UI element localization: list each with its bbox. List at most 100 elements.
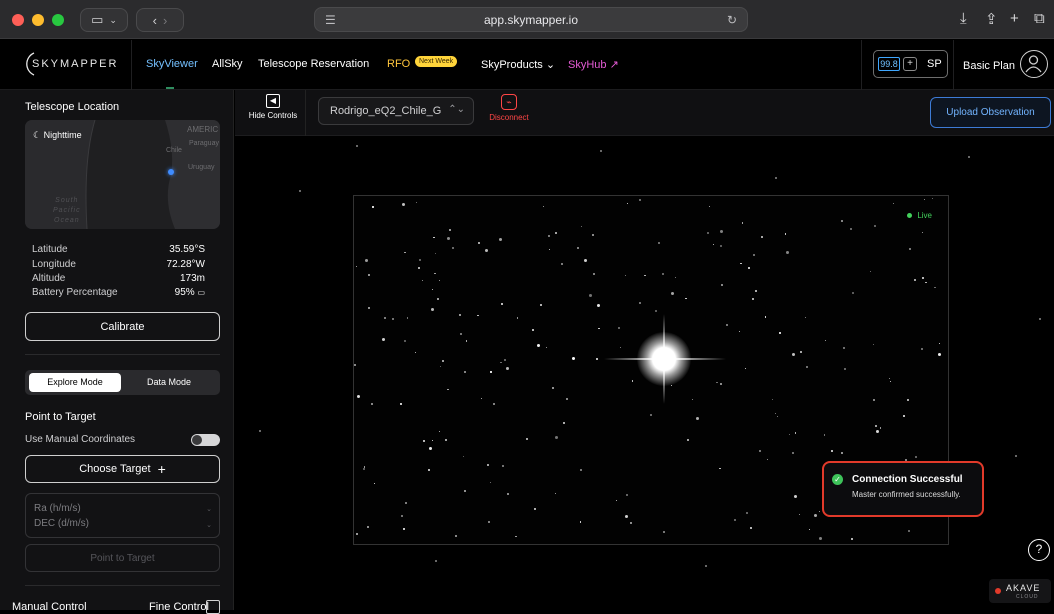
disconnect-icon: ⌁ — [501, 94, 517, 110]
location-map[interactable]: ☾ Nighttime AMERIC Paraguay Chile Urugua… — [25, 120, 220, 229]
altitude-label: Altitude — [32, 273, 66, 284]
star — [422, 279, 424, 282]
sp-value: 99.8 — [878, 57, 900, 71]
star — [463, 455, 465, 457]
star — [418, 266, 421, 269]
star — [792, 451, 795, 454]
star — [501, 303, 504, 306]
background-star — [968, 156, 970, 158]
nav-link-skyviewer[interactable]: SkyViewer — [146, 58, 198, 70]
manual-control-title: Manual Control — [12, 601, 87, 613]
star — [630, 522, 632, 524]
star — [516, 317, 519, 319]
star — [481, 397, 483, 400]
nav-link-skyproducts[interactable]: SkyProducts ⌄ — [481, 58, 555, 71]
nav-link-telescope-reservation[interactable]: Telescope Reservation — [258, 58, 369, 70]
longitude-value: 72.28°W — [166, 259, 205, 270]
zoom-window-button[interactable] — [52, 14, 64, 26]
background-star — [1039, 318, 1041, 320]
tab-overview-icon[interactable]: ⧉ — [1034, 10, 1045, 27]
telescope-select[interactable]: Rodrigo_eQ2_Chile_G ⌃⌄ — [318, 97, 474, 125]
nav-link-allsky[interactable]: AllSky — [212, 58, 243, 70]
star — [588, 293, 592, 297]
explore-mode-tab[interactable]: Explore Mode — [29, 373, 121, 392]
star — [661, 272, 664, 275]
star — [364, 258, 368, 262]
manual-coordinates-toggle[interactable] — [191, 434, 220, 446]
help-button[interactable]: ? — [1028, 539, 1050, 561]
live-dot-icon — [907, 213, 913, 218]
nav-link-rfo[interactable]: RFO — [387, 58, 410, 70]
address-bar[interactable]: ☰ app.skymapper.io ↻ — [314, 7, 748, 32]
star — [498, 238, 502, 241]
collapse-panel-icon: ◀ — [266, 94, 280, 108]
star — [843, 368, 846, 371]
star — [540, 304, 543, 307]
star — [452, 247, 455, 250]
chevron-updown-icon: ⌃⌄ — [448, 104, 465, 115]
star — [893, 202, 895, 204]
download-icon[interactable]: ⤓ — [960, 10, 967, 27]
add-sp-button[interactable]: + — [903, 57, 917, 71]
battery-label: Battery Percentage — [32, 287, 118, 298]
dec-input[interactable]: DEC (d/m/s) — [34, 518, 89, 529]
star — [404, 501, 407, 504]
star — [726, 323, 728, 326]
reload-icon[interactable]: ↻ — [727, 13, 737, 27]
star — [804, 316, 806, 319]
hide-controls-button[interactable]: ◀ Hide Controls — [245, 94, 301, 120]
app-nav: SKYMAPPER SkyViewer AllSky Telescope Res… — [0, 40, 1054, 90]
star — [685, 297, 687, 299]
star — [403, 528, 405, 530]
close-window-button[interactable] — [12, 14, 24, 26]
sidebar-toggle-button[interactable]: ▭ ⌄ — [80, 8, 128, 32]
rfo-next-week-badge: Next Week — [415, 56, 458, 67]
chevron-down-icon: ⌄ — [109, 14, 117, 25]
background-star — [356, 145, 358, 147]
live-indicator: Live — [907, 211, 932, 220]
star — [454, 535, 457, 538]
star — [939, 342, 941, 345]
star — [438, 279, 440, 281]
point-to-target-button[interactable]: Point to Target — [25, 544, 220, 572]
star — [938, 353, 942, 356]
nav-link-skyhub[interactable]: SkyHub ↗ — [568, 58, 619, 71]
forward-icon[interactable]: › — [163, 13, 167, 28]
calibrate-button[interactable]: Calibrate — [25, 312, 220, 341]
user-avatar-button[interactable] — [1020, 50, 1048, 78]
star — [619, 347, 622, 349]
share-icon[interactable]: ⇪ — [985, 10, 998, 28]
fine-control-checkbox[interactable] — [206, 600, 220, 614]
star — [554, 232, 557, 234]
toast-title: Connection Successful — [852, 474, 963, 485]
connection-toast[interactable]: ✓ Connection Successful Master confirmed… — [822, 461, 984, 517]
back-icon[interactable]: ‹ — [153, 13, 157, 28]
choose-target-label: Choose Target — [79, 463, 151, 475]
plan-label[interactable]: Basic Plan — [963, 60, 1015, 72]
data-mode-tab[interactable]: Data Mode — [123, 373, 215, 392]
star — [692, 399, 694, 401]
manual-coordinates-label: Use Manual Coordinates — [25, 434, 136, 445]
star — [580, 469, 583, 472]
star — [872, 398, 875, 401]
ra-input[interactable]: Ra (h/m/s) — [34, 503, 81, 514]
akave-cloud-badge[interactable]: AKAVE CLOUD — [989, 579, 1051, 603]
star — [537, 344, 541, 347]
history-nav-buttons[interactable]: ‹ › — [136, 8, 184, 32]
star — [638, 302, 641, 305]
skymapper-logo[interactable]: SKYMAPPER — [20, 51, 116, 77]
star — [429, 446, 433, 450]
star — [764, 316, 767, 318]
choose-target-button[interactable]: Choose Target + — [25, 455, 220, 483]
battery-value: 95% ▭ — [175, 287, 205, 298]
upload-observation-button[interactable]: Upload Observation — [930, 97, 1051, 128]
check-circle-icon: ✓ — [832, 474, 843, 485]
star — [401, 514, 403, 517]
minimize-window-button[interactable] — [32, 14, 44, 26]
new-tab-icon[interactable]: + — [1010, 10, 1019, 27]
star — [745, 512, 748, 515]
star — [788, 433, 790, 436]
star — [779, 332, 781, 334]
star — [791, 352, 795, 356]
disconnect-button[interactable]: ⌁ Disconnect — [486, 94, 532, 122]
